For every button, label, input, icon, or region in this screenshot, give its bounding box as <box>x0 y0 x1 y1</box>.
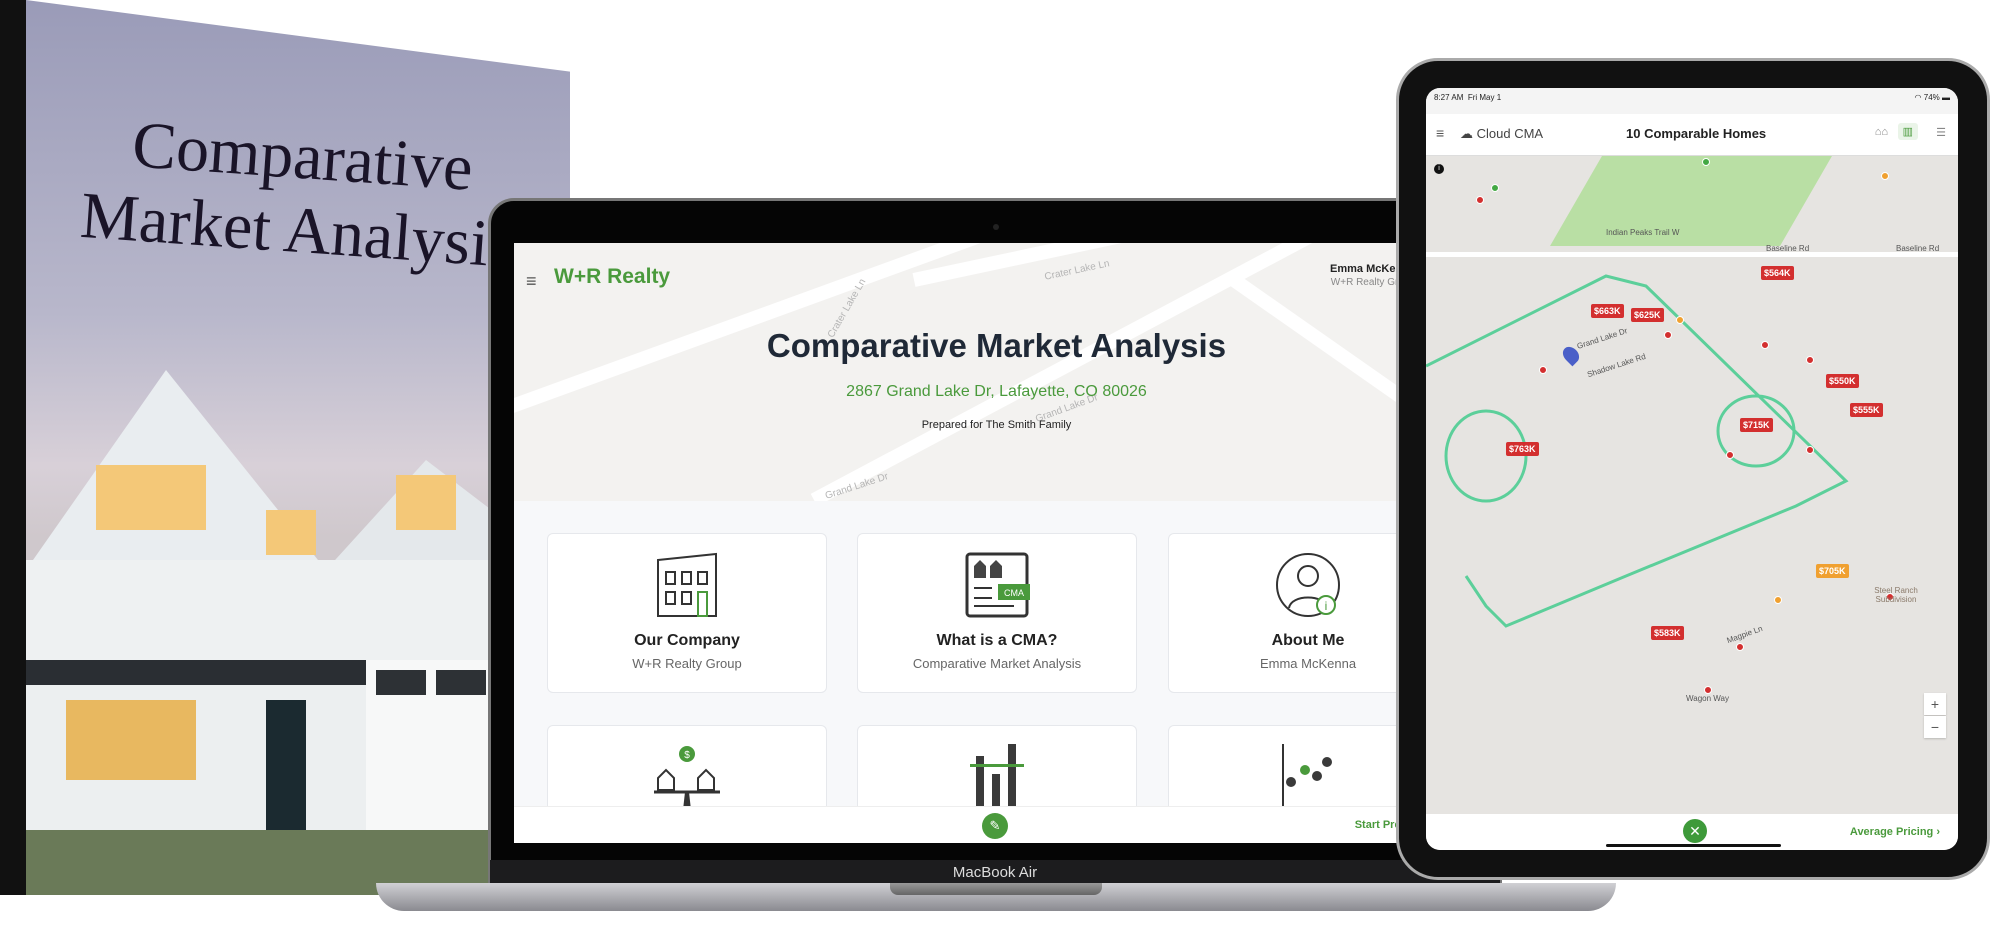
wifi-icon: ◠ <box>1914 93 1922 102</box>
book-spine <box>0 0 26 895</box>
ipad-screen: 8:27 AM Fri May 1 ◠ 74% ▬ ≡ ☁ Cloud CMA … <box>1426 88 1958 850</box>
laptop-screen: Crater Lake Ln Crater Lake Ln Grand Lake… <box>514 243 1479 843</box>
comparables-map[interactable]: i $564K $663K $625K $550K $555K $715K $7… <box>1426 156 1958 814</box>
map-dot[interactable] <box>1491 184 1499 192</box>
status-bar: 8:27 AM Fri May 1 ◠ 74% ▬ <box>1426 88 1958 114</box>
laptop-model-label: MacBook Air <box>490 860 1500 885</box>
zoom-out-button[interactable]: − <box>1924 716 1946 738</box>
map-label: Baseline Rd <box>1896 244 1940 253</box>
map-dot[interactable] <box>1736 643 1744 651</box>
pencil-icon[interactable]: ✎ <box>982 813 1008 839</box>
laptop-hinge-notch <box>890 883 1102 895</box>
cloud-icon: ☁ <box>1460 126 1473 141</box>
prepared-for: Prepared for The Smith Family <box>921 419 1072 431</box>
battery-icon: ▬ <box>1942 93 1950 102</box>
price-marker[interactable]: $663K <box>1591 304 1624 318</box>
price-marker[interactable]: $625K <box>1631 308 1664 322</box>
price-marker[interactable]: $715K <box>1740 418 1773 432</box>
map-dot[interactable] <box>1476 196 1484 204</box>
map-dot[interactable] <box>1704 686 1712 694</box>
page-title: Comparative Market Analysis <box>766 327 1227 364</box>
drawn-annotations <box>1426 274 1849 628</box>
cma-document-icon: CMA <box>965 552 1030 618</box>
map-label: Wagon Way <box>1686 694 1729 703</box>
svg-text:i: i <box>1325 599 1328 613</box>
scatter-plot-icon <box>1282 744 1332 810</box>
map-view-icon[interactable]: ▥ <box>1897 123 1918 140</box>
view-title: 10 Comparable Homes <box>1626 126 1767 141</box>
price-marker[interactable]: $564K <box>1761 266 1794 280</box>
price-marker[interactable]: $705K <box>1816 564 1849 578</box>
map-dot[interactable] <box>1676 316 1684 324</box>
close-icon[interactable]: ✕ <box>1683 819 1707 843</box>
average-pricing-button[interactable]: Average Pricing › <box>1850 826 1940 838</box>
map-dot[interactable] <box>1761 341 1769 349</box>
map-label: Crater Lake Ln <box>1043 258 1111 283</box>
price-marker[interactable]: $583K <box>1651 626 1684 640</box>
card-subtitle: W+R Realty Group <box>632 656 742 671</box>
compare-homes-icon[interactable]: ⌂⌂ <box>1875 126 1888 138</box>
price-marker[interactable]: $763K <box>1506 442 1539 456</box>
pricing-scale-icon: $ <box>654 746 720 810</box>
map-dot[interactable] <box>1539 366 1547 374</box>
price-marker[interactable]: $555K <box>1850 403 1883 417</box>
hamburger-menu-icon[interactable]: ≡ <box>526 271 537 292</box>
presentation-toolbar: ✎ Start Presentation ▷ <box>514 806 1479 843</box>
app-bar: ≡ ☁ Cloud CMA 10 Comparable Homes ⌂⌂ ▥ ☰ <box>1426 114 1958 156</box>
brand-logo[interactable]: W+R Realty <box>554 265 670 289</box>
map-label: Baseline Rd <box>1766 244 1810 253</box>
map-dot[interactable] <box>1806 446 1814 454</box>
map-dot[interactable] <box>1881 172 1889 180</box>
map-dot[interactable] <box>1702 158 1710 166</box>
hamburger-menu-icon[interactable]: ≡ <box>1436 125 1444 141</box>
card-title: What is a CMA? <box>936 632 1058 649</box>
bar-chart-icon <box>970 744 1024 810</box>
laptop-camera <box>993 224 999 230</box>
price-marker[interactable]: $550K <box>1826 374 1859 388</box>
cloud-cma-logo[interactable]: ☁ Cloud CMA <box>1460 126 1543 142</box>
card-title: Our Company <box>634 632 740 649</box>
battery-percent: 74% <box>1923 93 1940 102</box>
svg-text:CMA: CMA <box>1004 588 1024 598</box>
card-our-company[interactable]: Our Company W+R Realty Group <box>547 533 827 693</box>
map-dot[interactable] <box>1726 451 1734 459</box>
hero-map-background: Crater Lake Ln Crater Lake Ln Grand Lake… <box>514 243 1479 501</box>
ipad-bottom-bar: ✕ Average Pricing › <box>1426 814 1958 850</box>
status-time: 8:27 AM <box>1434 93 1464 102</box>
property-address: 2867 Grand Lake Dr, Lafayette, CO 80026 <box>846 383 1147 400</box>
map-label: Steel Ranch Subdivision <box>1874 586 1918 604</box>
book-cover: Comparative Market Analysis <box>0 0 570 895</box>
card-what-is-cma[interactable]: CMA What is a CMA? Comparative Market An… <box>857 533 1137 693</box>
map-dot[interactable] <box>1806 356 1814 364</box>
card-subtitle: Comparative Market Analysis <box>912 656 1082 671</box>
map-dot[interactable] <box>1774 596 1782 604</box>
info-icon[interactable]: i <box>1434 164 1444 174</box>
status-date: Fri May 1 <box>1467 93 1502 102</box>
svg-text:$: $ <box>684 750 690 761</box>
map-dot[interactable] <box>1664 331 1672 339</box>
status-right: ◠ 74% ▬ <box>1915 93 1950 102</box>
person-info-icon: i <box>1276 553 1340 617</box>
chevron-right-icon: › <box>1936 826 1940 838</box>
list-view-icon[interactable]: ☰ <box>1936 126 1946 139</box>
map-label: Indian Peaks Trail W <box>1606 228 1680 237</box>
zoom-in-button[interactable]: + <box>1924 693 1946 715</box>
home-indicator[interactable] <box>1606 844 1781 847</box>
building-icon <box>657 552 717 617</box>
